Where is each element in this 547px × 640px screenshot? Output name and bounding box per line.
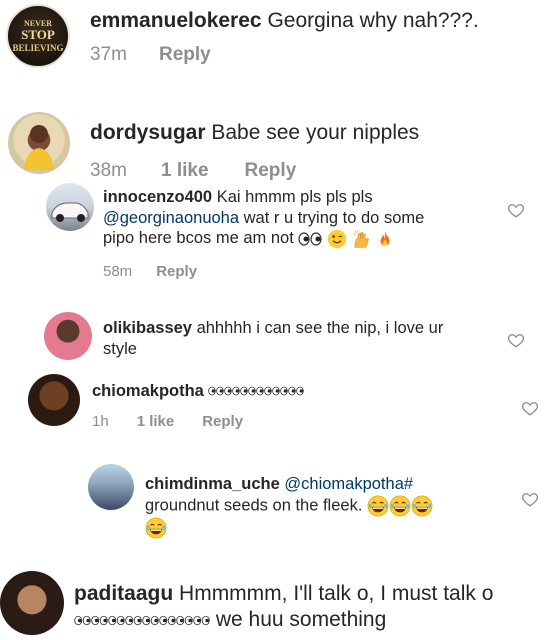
timestamp: 37m — [90, 44, 127, 65]
reply-button[interactable]: Reply — [156, 263, 197, 280]
comment-text-line-2: wat r u trying to do some — [243, 208, 425, 227]
eyes-emoji — [176, 615, 193, 626]
comment-text-line-3: pipo here bcos me am not — [103, 229, 294, 248]
username[interactable]: paditaagu — [74, 582, 173, 605]
reply-button[interactable]: Reply — [245, 160, 297, 182]
tears-of-joy-emoji — [145, 517, 167, 539]
avatar[interactable] — [8, 112, 70, 174]
svg-text:BELIEVING: BELIEVING — [12, 43, 63, 53]
eyes-emoji — [108, 615, 125, 626]
eyes-emoji — [224, 386, 240, 396]
heart-outline-icon[interactable] — [507, 201, 525, 219]
eyes-emoji — [159, 615, 176, 626]
comment-text: Kai hmmm pls pls pls — [216, 188, 373, 206]
tears-of-joy-emoji — [389, 495, 411, 517]
reply-button[interactable]: Reply — [159, 44, 211, 66]
username[interactable]: chiomakpotha — [92, 382, 204, 400]
fire-emoji — [376, 229, 394, 249]
eyes-emoji-row — [74, 608, 216, 631]
mention-link[interactable]: @georginaonuoha — [103, 209, 239, 227]
profile-photo — [24, 125, 54, 170]
comment-text: Georgina why nah???. — [267, 9, 479, 32]
eyes-emoji — [142, 615, 159, 626]
timestamp: 58m — [103, 263, 133, 280]
raised-hands-emoji — [352, 229, 372, 249]
comment-text-line-2: we huu something — [215, 608, 387, 632]
avatar[interactable] — [46, 183, 94, 231]
avatar[interactable] — [88, 464, 134, 510]
username[interactable]: dordysugar — [90, 121, 206, 144]
winking-face-emoji — [327, 229, 347, 249]
username[interactable]: innocenzo400 — [103, 188, 212, 206]
eyes-emoji — [298, 232, 322, 246]
eyes-emoji — [74, 615, 91, 626]
heart-outline-icon[interactable] — [521, 399, 539, 417]
never-stop-believing-logo: NEVER STOP BELIEVING — [12, 19, 63, 53]
mention-link[interactable]: @chiomakpotha# — [284, 475, 413, 493]
username[interactable]: olikibassey — [103, 319, 192, 337]
comment-text-line-2: style — [103, 339, 137, 358]
eyes-emoji — [272, 386, 288, 396]
username[interactable]: emmanuelokerec — [90, 9, 262, 32]
eyes-emoji — [240, 386, 256, 396]
car-photo — [51, 202, 89, 222]
timestamp: 38m — [90, 160, 127, 181]
comment-text: ahhhhh i can see the nip, i love ur — [196, 319, 444, 337]
eyes-emoji-row — [208, 382, 304, 400]
eyes-emoji — [256, 386, 272, 396]
heart-outline-icon[interactable] — [521, 490, 539, 508]
timestamp: 1h — [92, 413, 109, 430]
comment-text: Babe see your nipples — [211, 121, 420, 144]
avatar[interactable]: NEVER STOP BELIEVING — [6, 4, 70, 68]
svg-text:STOP: STOP — [21, 27, 55, 42]
avatar[interactable] — [28, 374, 80, 426]
heart-outline-icon[interactable] — [507, 331, 525, 349]
username[interactable]: chimdinma_uche — [145, 475, 280, 493]
comment-text-line-2: groundnut seeds on the fleek. — [145, 495, 363, 514]
avatar[interactable] — [44, 312, 92, 360]
avatar[interactable] — [0, 571, 64, 635]
tears-of-joy-emoji — [411, 495, 433, 517]
eyes-emoji — [125, 615, 142, 626]
reply-button[interactable]: Reply — [202, 413, 243, 430]
eyes-emoji — [91, 615, 108, 626]
eyes-emoji — [193, 615, 210, 626]
likes-count[interactable]: 1 like — [161, 160, 209, 182]
tears-of-joy-emoji — [367, 495, 389, 517]
eyes-emoji — [288, 386, 304, 396]
eyes-emoji — [208, 386, 224, 396]
comment-text: Hmmmmm, I'll talk o, I must talk o — [179, 582, 494, 605]
likes-count[interactable]: 1 like — [137, 413, 175, 430]
